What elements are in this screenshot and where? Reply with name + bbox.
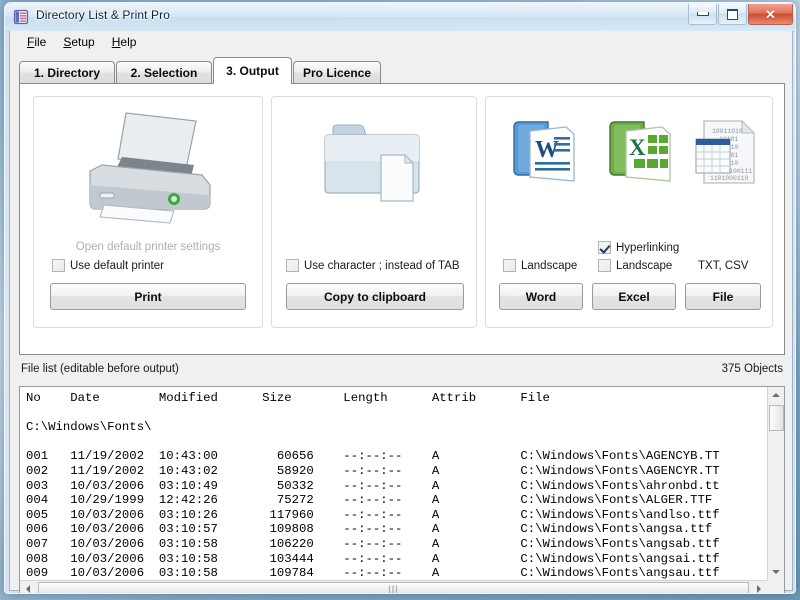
title-bar: Directory List & Print Pro ✕ (5, 3, 795, 32)
excel-button[interactable]: Excel (592, 283, 676, 310)
file-list-row[interactable]: 007 10/03/2006 03:10:58 106220 --:--:-- … (26, 537, 767, 552)
use-character-label: Use character ; instead of TAB (304, 259, 460, 272)
use-character-row[interactable]: Use character ; instead of TAB (286, 259, 460, 272)
word-button[interactable]: Word (499, 283, 583, 310)
textfile-icon: 10011010 10101 00110 11001 00010 0110010… (694, 117, 762, 192)
svg-text:10011010: 10011010 (712, 128, 743, 135)
scroll-right-button[interactable] (751, 581, 767, 593)
use-default-printer-row[interactable]: Use default printer (52, 259, 164, 272)
file-list-path-line: C:\Windows\Fonts\ (26, 420, 152, 435)
clipboard-group: Use character ; instead of TAB Copy to c… (271, 96, 477, 328)
chevron-down-icon (772, 570, 780, 574)
file-list-row[interactable]: 009 10/03/2006 03:10:58 109784 --:--:-- … (26, 566, 767, 580)
object-count-label: 375 Objects (721, 363, 783, 375)
maximize-button[interactable] (718, 4, 747, 25)
file-button[interactable]: File (685, 283, 761, 310)
application-window: Directory List & Print Pro ✕ FFileile Se… (4, 2, 796, 594)
copy-to-clipboard-button[interactable]: Copy to clipboard (286, 283, 464, 310)
file-list-row[interactable]: 005 10/03/2006 03:10:26 117960 --:--:-- … (26, 508, 767, 523)
vertical-scroll-thumb[interactable] (769, 405, 784, 431)
tab-pro-licence-label: Pro Licence (302, 66, 372, 80)
copy-to-clipboard-label: Copy to clipboard (324, 289, 426, 304)
excel-hyperlinking-checkbox[interactable] (598, 241, 611, 254)
directory-list-icon (13, 9, 29, 25)
close-icon: ✕ (765, 6, 776, 22)
printer-icon (34, 107, 262, 225)
tab-selection-label: 2. Selection (130, 66, 198, 80)
file-list-row[interactable]: 006 10/03/2006 03:10:57 109808 --:--:-- … (26, 522, 767, 537)
menu-bar: FFileile Setup Help (10, 31, 792, 52)
word-landscape-checkbox[interactable] (503, 259, 516, 272)
scroll-thumb-grip: ||| (388, 584, 399, 594)
excel-landscape-label: Landscape (616, 259, 673, 272)
scroll-up-button[interactable] (768, 387, 784, 403)
file-list-row[interactable]: 002 11/19/2002 10:43:02 58920 --:--:-- A… (26, 464, 767, 479)
minimize-button[interactable] (688, 4, 717, 25)
tab-pro-licence[interactable]: Pro Licence (293, 61, 381, 84)
close-button[interactable]: ✕ (748, 4, 793, 25)
output-tab-panel: Open default printer settings Use defaul… (19, 83, 785, 355)
scroll-left-button[interactable] (20, 581, 36, 593)
minimize-icon (696, 12, 709, 16)
scroll-down-button[interactable] (768, 564, 784, 580)
file-list-content[interactable]: No Date Modified Size Length Attrib File… (20, 387, 767, 580)
file-list-rows[interactable]: 001 11/19/2002 10:43:00 60656 --:--:-- A… (26, 449, 767, 580)
file-list-header: File list (editable before output) 375 O… (21, 363, 783, 381)
excel-hyperlinking-label: Hyperlinking (616, 241, 680, 254)
use-default-printer-checkbox[interactable] (52, 259, 65, 272)
file-list-row[interactable]: 008 10/03/2006 03:10:58 103444 --:--:-- … (26, 552, 767, 567)
tab-output[interactable]: 3. Output (213, 57, 292, 84)
file-list-row[interactable]: 003 10/03/2006 03:10:49 50332 --:--:-- A… (26, 479, 767, 494)
svg-text:X: X (629, 135, 646, 160)
file-list-row[interactable]: 001 11/19/2002 10:43:00 60656 --:--:-- A… (26, 449, 767, 464)
maximize-icon (727, 8, 738, 20)
word-icon: W (508, 115, 580, 192)
print-button[interactable]: Print (50, 283, 246, 310)
excel-landscape-checkbox[interactable] (598, 259, 611, 272)
folder-document-icon (272, 115, 476, 215)
window-title: Directory List & Print Pro (36, 8, 170, 22)
use-character-checkbox[interactable] (286, 259, 299, 272)
window-controls: ✕ (687, 4, 793, 26)
print-button-label: Print (134, 289, 162, 304)
tab-selection[interactable]: 2. Selection (116, 61, 212, 84)
file-formats-label: TXT, CSV (698, 260, 749, 272)
menu-file[interactable]: FFileile (19, 33, 55, 51)
scrollbar-corner (767, 580, 784, 593)
menu-setup[interactable]: Setup (55, 33, 103, 51)
excel-button-label: Excel (618, 289, 650, 304)
svg-text:1101000110: 1101000110 (710, 175, 749, 182)
spacer-line-2 (26, 435, 767, 450)
file-list-horizontal-scrollbar[interactable]: ||| (20, 580, 767, 594)
file-list-row[interactable]: 004 10/29/1999 12:42:26 75272 --:--:-- A… (26, 493, 767, 508)
horizontal-scroll-thumb[interactable]: ||| (38, 582, 749, 594)
file-button-label: File (712, 289, 734, 304)
excel-icon: X (604, 115, 676, 192)
word-button-label: Word (525, 289, 557, 304)
chevron-up-icon (772, 393, 780, 397)
export-group: W X 10011010 01100100111 1101000110 Land… (485, 96, 773, 328)
printer-settings-hint[interactable]: Open default printer settings (34, 241, 262, 253)
word-landscape-label: Landscape (521, 259, 578, 272)
tab-directory-label: 1. Directory (33, 66, 101, 80)
print-group: Open default printer settings Use defaul… (33, 96, 263, 328)
file-list-box[interactable]: No Date Modified Size Length Attrib File… (19, 386, 785, 594)
file-list-title: File list (editable before output) (21, 363, 179, 375)
file-list-column-header: No Date Modified Size Length Attrib File (26, 391, 550, 405)
excel-landscape-row[interactable]: Landscape (598, 259, 672, 272)
word-landscape-row[interactable]: Landscape (503, 259, 577, 272)
excel-hyperlinking-row[interactable]: Hyperlinking (598, 241, 679, 254)
chevron-right-icon (757, 585, 761, 593)
chevron-left-icon (26, 585, 30, 593)
file-list-vertical-scrollbar[interactable] (767, 387, 784, 580)
menu-help[interactable]: Help (104, 33, 146, 51)
tab-directory[interactable]: 1. Directory (19, 61, 115, 84)
tab-strip: 1. Directory 2. Selection 3. Output Pro … (19, 57, 785, 84)
use-default-printer-label: Use default printer (70, 259, 164, 272)
tab-output-label: 3. Output (226, 64, 279, 78)
client-area: FFileile Setup Help 1. Directory 2. Sele… (9, 31, 793, 594)
